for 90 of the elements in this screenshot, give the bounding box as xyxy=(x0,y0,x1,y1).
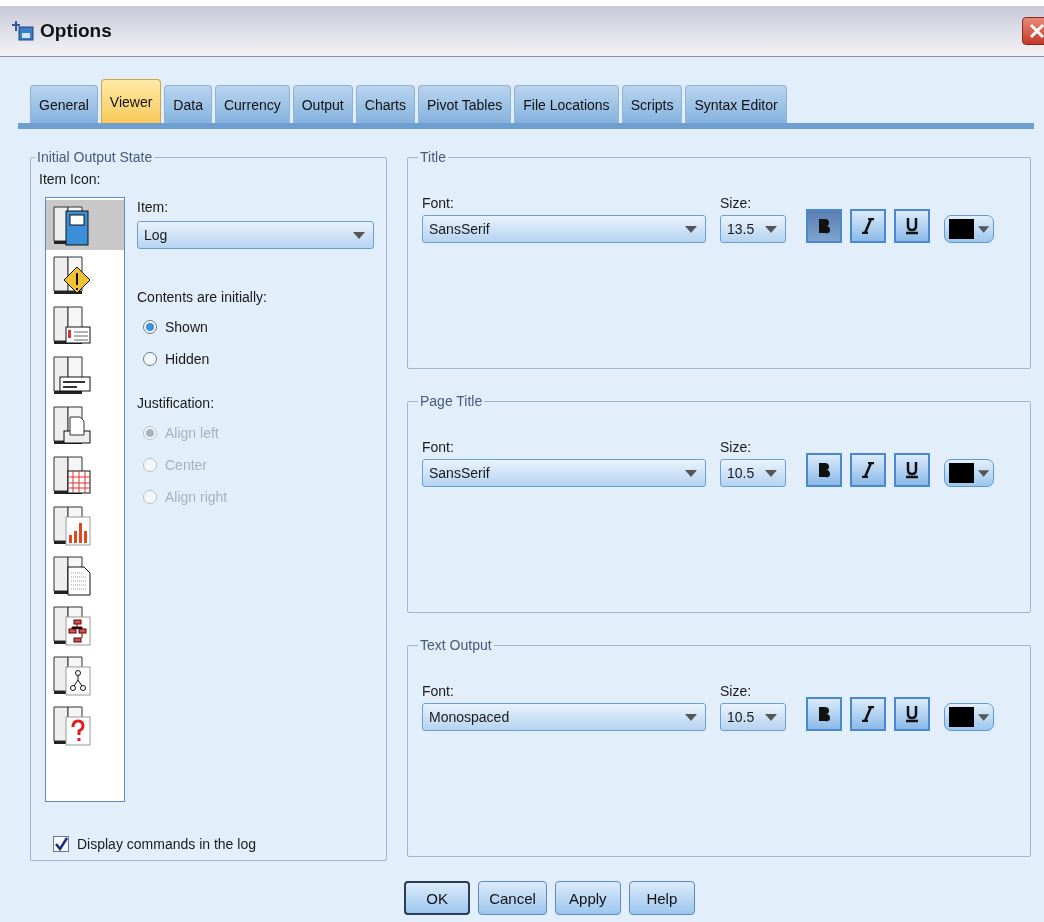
dialog-button[interactable]: OK xyxy=(404,881,471,915)
size-label: Size: xyxy=(720,439,753,455)
radio-label: Hidden xyxy=(165,351,210,367)
dropdown-arrow-icon xyxy=(765,713,777,721)
underline-icon xyxy=(905,705,919,723)
dropdown-arrow-icon xyxy=(353,231,365,239)
font-dropdown[interactable]: Monospaced xyxy=(422,703,706,731)
radio-label: Center xyxy=(165,457,208,473)
tab[interactable]: Data xyxy=(164,85,212,123)
bold-icon xyxy=(817,218,831,234)
italic-button[interactable] xyxy=(850,209,886,243)
tab[interactable]: Viewer xyxy=(100,79,162,123)
bold-button[interactable] xyxy=(806,209,842,243)
question-mark-icon xyxy=(52,703,94,747)
tab[interactable]: Output xyxy=(292,85,353,123)
checkbox-label: Display commands in the log xyxy=(77,836,256,852)
italic-icon xyxy=(862,706,874,722)
window-title: Options xyxy=(40,20,113,42)
color-picker-button[interactable] xyxy=(944,703,994,731)
tab[interactable]: General xyxy=(30,85,98,123)
tab[interactable]: Charts xyxy=(355,85,415,123)
color-picker-button[interactable] xyxy=(944,215,994,243)
text-document-icon xyxy=(52,553,94,597)
radio-button[interactable] xyxy=(143,320,157,334)
group-title: Initial Output State xyxy=(36,149,154,165)
italic-icon xyxy=(862,218,874,234)
underline-button[interactable] xyxy=(894,209,930,243)
hierarchy-icon xyxy=(52,603,94,647)
size-label: Size: xyxy=(720,683,753,699)
dialog-button[interactable]: Help xyxy=(628,881,695,915)
size-dropdown[interactable]: 13.5 xyxy=(720,215,786,243)
table-icon xyxy=(52,453,94,497)
group-title: Page Title xyxy=(419,393,484,409)
underline-button[interactable] xyxy=(894,697,930,731)
underline-icon xyxy=(905,461,919,479)
dropdown-arrow-icon xyxy=(685,225,697,233)
tab[interactable]: File Locations xyxy=(514,85,619,123)
bold-icon xyxy=(817,462,831,478)
underline-button[interactable] xyxy=(894,453,930,487)
tab[interactable]: Pivot Tables xyxy=(418,85,512,123)
radio-button[interactable] xyxy=(143,352,157,366)
contents-label: Contents are initially: xyxy=(137,289,268,305)
title-icon xyxy=(52,353,94,397)
dropdown-arrow-icon xyxy=(685,713,697,721)
radio-label: Align left xyxy=(165,425,219,441)
checkbox[interactable] xyxy=(53,836,69,852)
notes-icon xyxy=(52,303,94,347)
close-button[interactable] xyxy=(1022,17,1044,45)
app-icon xyxy=(12,21,34,41)
italic-button[interactable] xyxy=(850,453,886,487)
size-label: Size: xyxy=(720,195,753,211)
font-label: Font: xyxy=(422,195,455,211)
dialog-button[interactable]: Apply xyxy=(554,881,621,915)
bold-icon xyxy=(817,706,831,722)
justification-label: Justification: xyxy=(137,395,216,411)
dropdown-arrow-icon xyxy=(765,469,777,477)
dropdown-arrow-icon xyxy=(977,225,989,233)
dropdown-arrow-icon xyxy=(685,469,697,477)
close-icon xyxy=(1029,23,1044,39)
tab[interactable]: Currency xyxy=(214,85,290,123)
italic-icon xyxy=(862,462,874,478)
item-icon-label: Item Icon: xyxy=(39,171,102,187)
size-dropdown[interactable]: 10.5 xyxy=(720,459,786,487)
color-picker-button[interactable] xyxy=(944,459,994,487)
radio-label: Shown xyxy=(165,319,208,335)
dropdown-arrow-icon xyxy=(977,713,989,721)
font-label: Font: xyxy=(422,683,455,699)
node-tree-icon xyxy=(52,653,94,697)
dropdown-arrow-icon xyxy=(765,225,777,233)
group-title: Text Output xyxy=(419,637,493,653)
tab[interactable]: Scripts xyxy=(621,85,683,123)
size-dropdown[interactable]: 10.5 xyxy=(720,703,786,731)
font-dropdown[interactable]: SansSerif xyxy=(422,215,706,243)
item-label: Item: xyxy=(137,199,170,215)
bold-button[interactable] xyxy=(806,697,842,731)
dropdown-arrow-icon xyxy=(977,469,989,477)
underline-icon xyxy=(905,217,919,235)
italic-button[interactable] xyxy=(850,697,886,731)
item-dropdown[interactable]: Log xyxy=(137,221,374,249)
bar-chart-icon xyxy=(52,503,94,547)
page-icon xyxy=(52,403,94,447)
dialog-button[interactable]: Cancel xyxy=(478,881,547,915)
font-dropdown[interactable]: SansSerif xyxy=(422,459,706,487)
group-title: Title xyxy=(419,149,447,165)
radio-label: Align right xyxy=(165,489,228,505)
tab[interactable]: Syntax Editor xyxy=(685,85,787,123)
bold-button[interactable] xyxy=(806,453,842,487)
icon-list-item[interactable] xyxy=(46,200,124,250)
font-label: Font: xyxy=(422,439,455,455)
item-icon-list[interactable] xyxy=(45,197,125,802)
